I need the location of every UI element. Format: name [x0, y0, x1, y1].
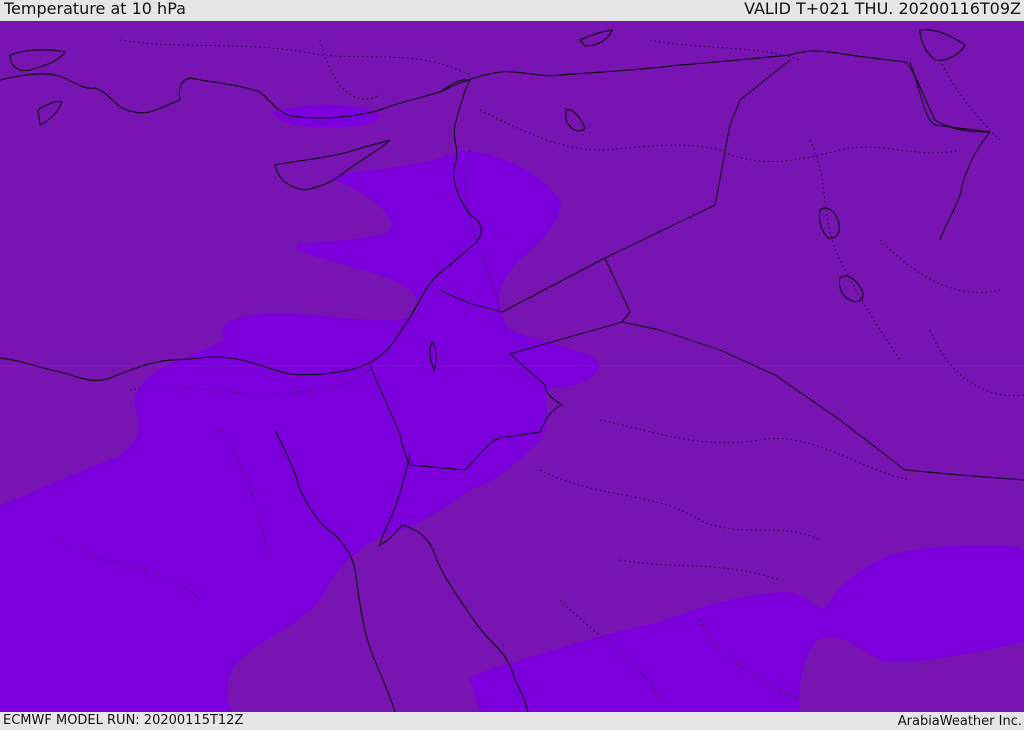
map-header: Temperature at 10 hPa VALID T+021 THU. 2…: [0, 0, 1024, 21]
map-canvas: [0, 21, 1024, 712]
model-run-label: ECMWF MODEL RUN: 20200115T12Z: [3, 713, 244, 728]
map-footer: ECMWF MODEL RUN: 20200115T12Z ArabiaWeat…: [0, 712, 1024, 729]
weather-map: [0, 21, 1024, 712]
valid-time: VALID T+021 THU. 20200116T09Z: [744, 0, 1021, 18]
credit-label: ArabiaWeather Inc.: [897, 714, 1022, 729]
map-title: Temperature at 10 hPa: [4, 0, 186, 18]
